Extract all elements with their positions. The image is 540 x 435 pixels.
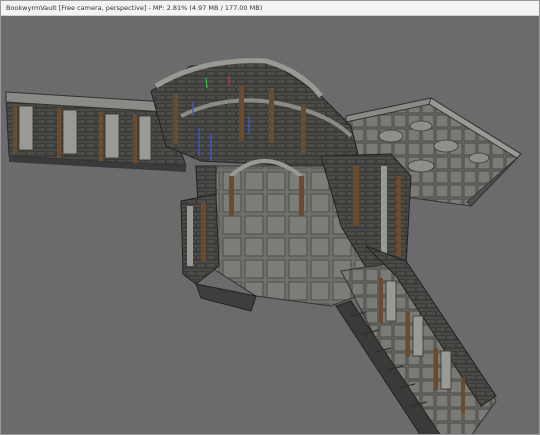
app-window: BookwyrmVault [Free camera, perspective]… xyxy=(0,0,540,435)
scene-render xyxy=(5,58,522,434)
main-hall xyxy=(150,58,362,167)
window-title: BookwyrmVault [Free camera, perspective]… xyxy=(6,4,263,12)
3d-viewport[interactable] xyxy=(1,16,539,434)
title-bar[interactable]: BookwyrmVault [Free camera, perspective]… xyxy=(1,1,539,16)
bottom-corridor xyxy=(335,245,497,434)
